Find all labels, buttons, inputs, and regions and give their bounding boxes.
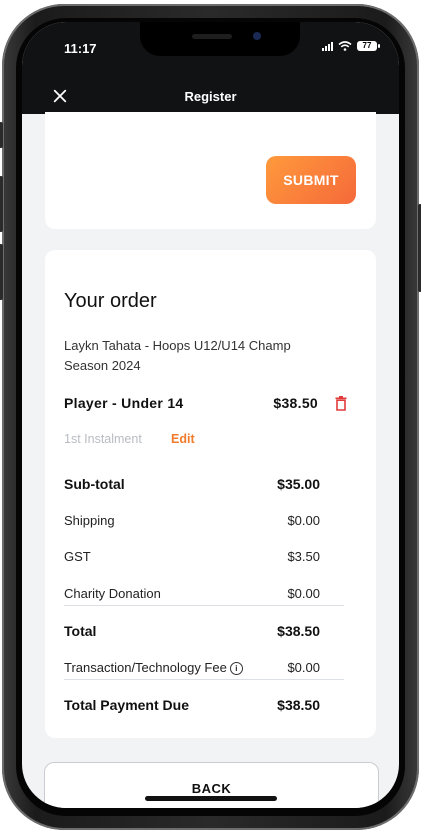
subtotal-label: Sub-total (64, 476, 125, 492)
item-name: Player - Under 14 (64, 395, 184, 411)
order-card: Your order Laykn Tahata - Hoops U12/U14 … (45, 250, 376, 738)
gst-label: GST (64, 549, 91, 564)
page-title: Register (184, 89, 237, 104)
status-icons: 77 (322, 41, 380, 51)
trash-icon[interactable] (335, 396, 347, 411)
battery-icon: 77 (357, 41, 380, 51)
app-screen: 11:17 77 Register SUBMIT Your order Layk… (22, 22, 399, 808)
info-icon[interactable]: i (229, 662, 243, 676)
fee-value: $0.00 (287, 660, 320, 675)
status-time: 11:17 (64, 41, 97, 56)
item-price: $38.50 (273, 395, 318, 411)
signal-icon (322, 41, 333, 51)
due-value: $38.50 (277, 697, 320, 713)
fee-label: Transaction/Technology Fee i (64, 660, 243, 676)
charity-value: $0.00 (287, 586, 320, 601)
gst-value: $3.50 (287, 549, 320, 564)
order-title: Your order (64, 290, 157, 312)
shipping-label: Shipping (64, 513, 115, 528)
edit-link[interactable]: Edit (171, 432, 195, 446)
divider (64, 605, 344, 606)
home-indicator (145, 796, 277, 801)
charity-label: Charity Donation (64, 586, 161, 601)
instalment-label: 1st Instalment (64, 432, 142, 446)
back-button[interactable]: BACK (44, 762, 379, 808)
subtotal-value: $35.00 (277, 476, 320, 492)
form-card: SUBMIT (45, 112, 376, 229)
total-label: Total (64, 623, 97, 639)
camera-icon (253, 32, 261, 40)
total-value: $38.50 (277, 623, 320, 639)
due-label: Total Payment Due (64, 697, 189, 713)
speaker-grille (192, 34, 232, 39)
notch (140, 22, 300, 56)
order-description: Laykn Tahata - Hoops U12/U14 Champ Seaso… (64, 338, 291, 373)
phone-volume-down (0, 244, 3, 300)
wifi-icon (338, 41, 352, 51)
page-content: SUBMIT Your order Laykn Tahata - Hoops U… (22, 112, 399, 808)
phone-side-button (0, 122, 3, 148)
app-header: 11:17 77 Register (22, 22, 399, 114)
divider (64, 679, 344, 680)
fee-label-text: Transaction/Technology Fee (64, 660, 227, 675)
submit-button[interactable]: SUBMIT (266, 156, 356, 204)
shipping-value: $0.00 (287, 513, 320, 528)
phone-volume-up (0, 176, 3, 232)
